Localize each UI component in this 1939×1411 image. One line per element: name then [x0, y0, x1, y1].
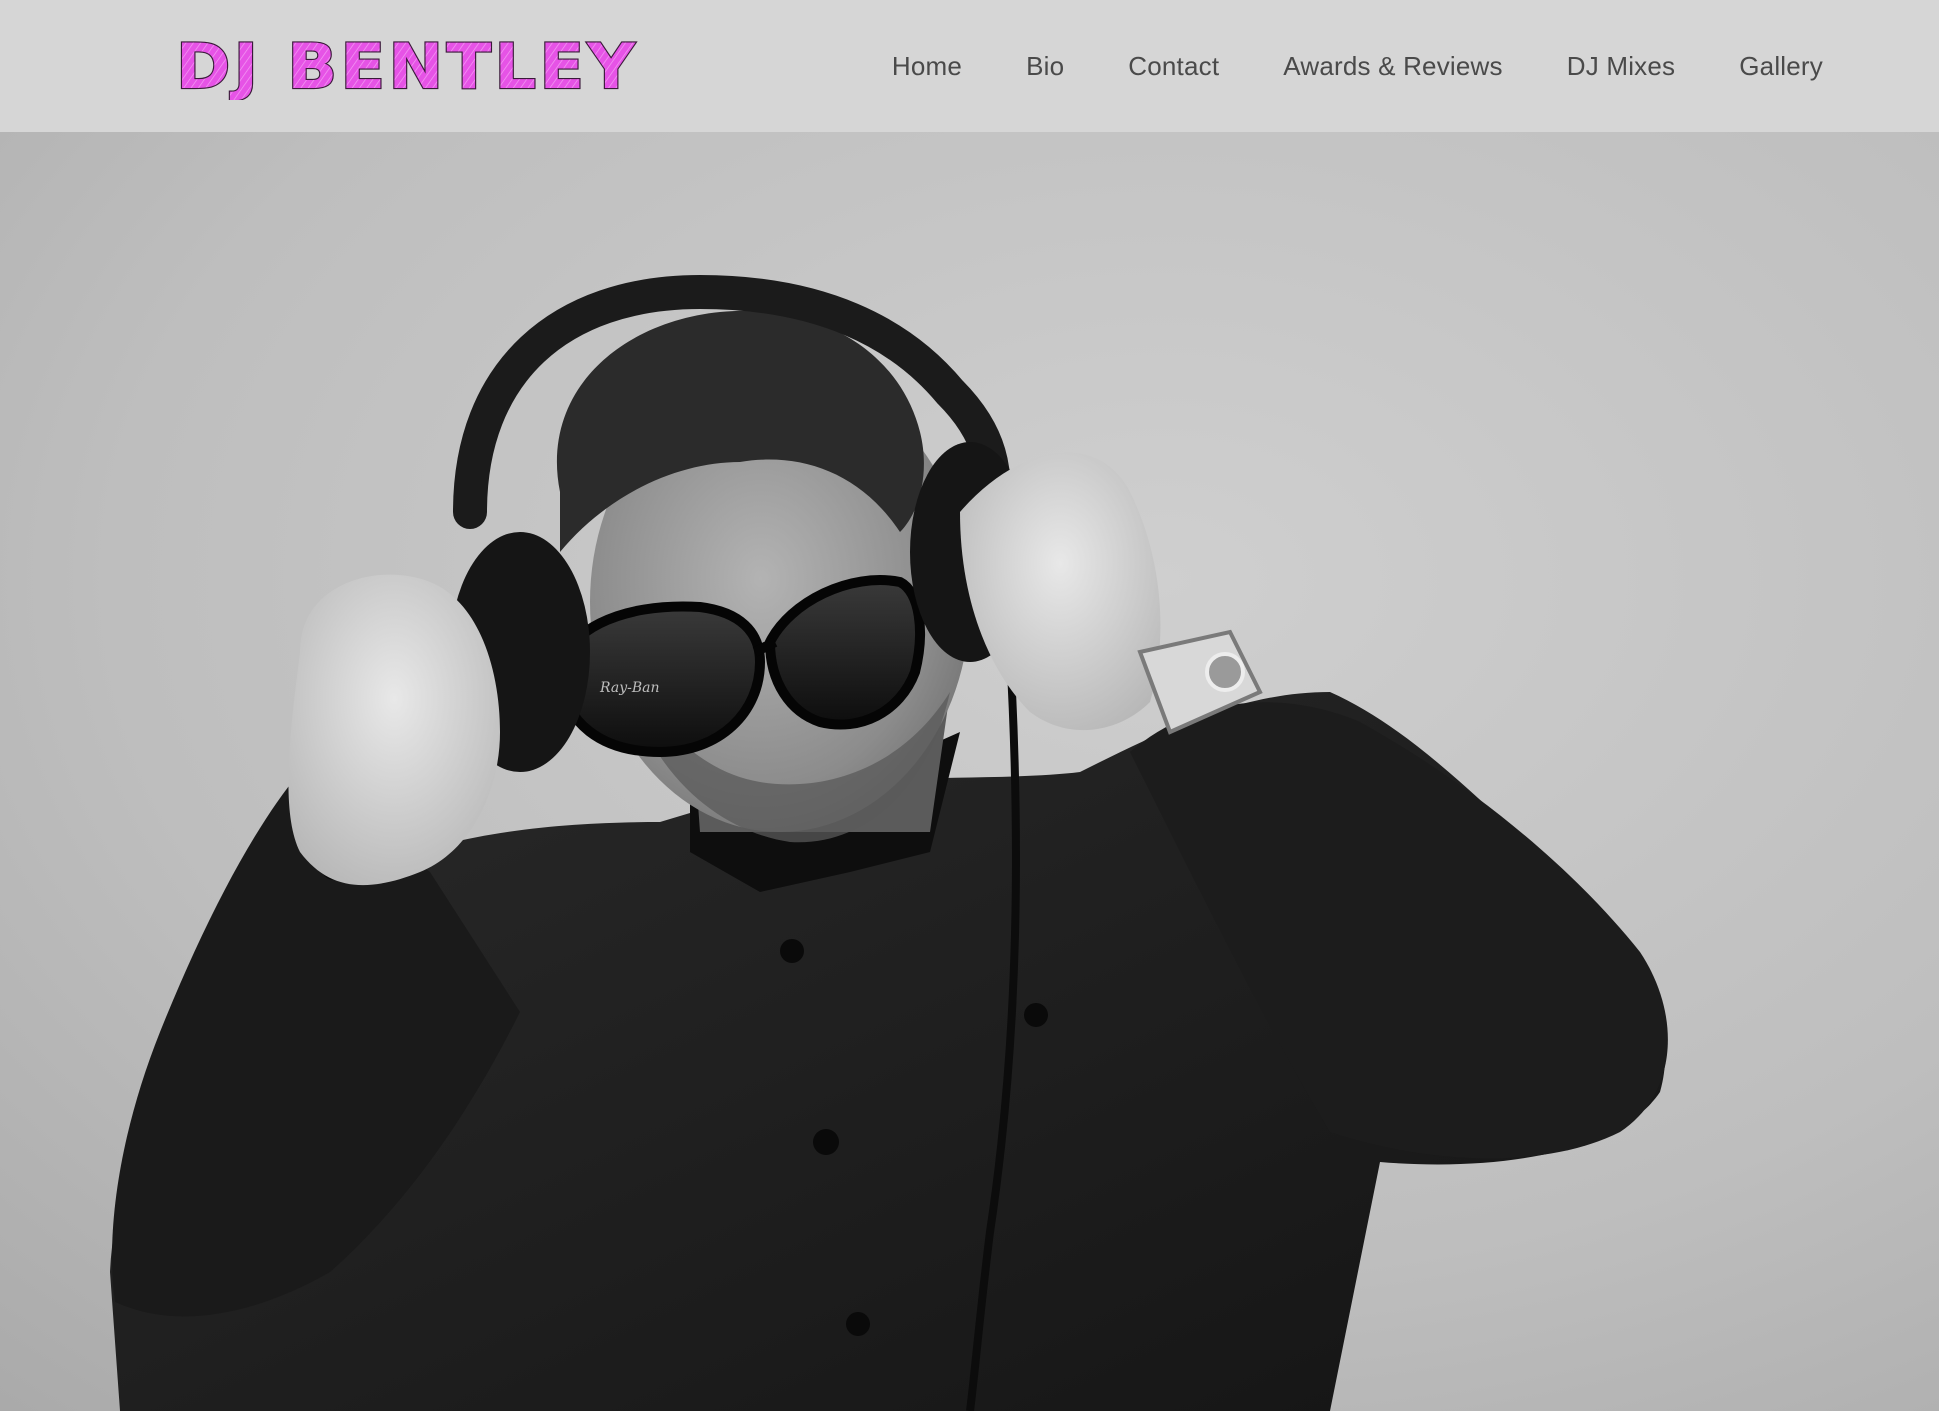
- site-header: DJ BENTLEY Home Bio Contact Awards & Rev…: [0, 0, 1939, 132]
- nav-bio[interactable]: Bio: [1026, 51, 1064, 82]
- main-nav: Home Bio Contact Awards & Reviews DJ Mix…: [892, 0, 1823, 132]
- nav-contact[interactable]: Contact: [1128, 51, 1219, 82]
- nav-dj-mixes[interactable]: DJ Mixes: [1567, 51, 1676, 82]
- glasses-brand: Ray-Ban: [599, 680, 660, 696]
- nav-awards-reviews[interactable]: Awards & Reviews: [1283, 51, 1502, 82]
- hero-section: Ray-Ban: [0, 132, 1939, 1411]
- nav-home[interactable]: Home: [892, 51, 962, 82]
- logo-text: DJ BENTLEY: [176, 30, 638, 100]
- dj-portrait-photo: Ray-Ban: [0, 132, 1939, 1411]
- nav-gallery[interactable]: Gallery: [1739, 51, 1823, 82]
- page: DJ BENTLEY Home Bio Contact Awards & Rev…: [0, 0, 1939, 1411]
- logo: DJ BENTLEY: [175, 29, 638, 100]
